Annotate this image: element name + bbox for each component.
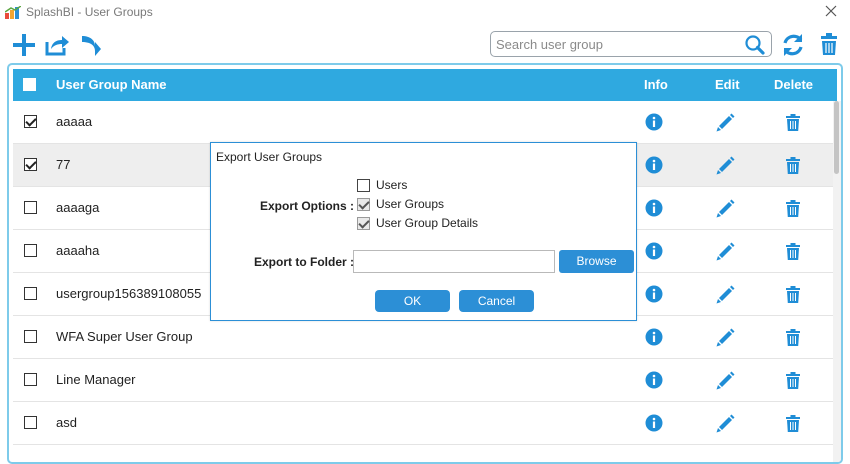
option-user-groups-label: User Groups — [376, 197, 445, 211]
info-icon[interactable] — [645, 328, 663, 346]
trash-icon[interactable] — [786, 372, 800, 389]
header-info: Info — [644, 77, 668, 92]
info-icon[interactable] — [645, 156, 663, 174]
info-icon[interactable] — [645, 113, 663, 131]
edit-pencil-icon[interactable] — [716, 242, 735, 261]
export-icon[interactable] — [44, 33, 70, 57]
vertical-scrollbar[interactable] — [833, 101, 841, 462]
close-icon[interactable] — [822, 2, 840, 20]
trash-icon[interactable] — [786, 286, 800, 303]
user-group-name: usergroup156389108055 — [56, 286, 202, 301]
grid-header: User Group Name Info Edit Delete — [13, 69, 837, 101]
option-users-checkbox[interactable] — [357, 179, 370, 192]
option-user-group-details-label: User Group Details — [376, 216, 479, 230]
edit-pencil-icon[interactable] — [716, 371, 735, 390]
select-all-checkbox[interactable] — [23, 78, 36, 91]
row-checkbox[interactable] — [24, 201, 37, 214]
user-group-name: 77 — [56, 157, 71, 172]
edit-pencil-icon[interactable] — [716, 156, 735, 175]
search-input[interactable] — [496, 35, 741, 53]
splashbi-logo-icon — [5, 6, 21, 19]
info-icon[interactable] — [645, 371, 663, 389]
export-folder-input[interactable] — [353, 250, 555, 273]
arrow-forward-icon[interactable] — [78, 33, 104, 57]
option-users-label: Users — [376, 178, 408, 192]
row-checkbox[interactable] — [24, 158, 37, 171]
user-group-name: WFA Super User Group — [56, 329, 193, 344]
browse-button[interactable]: Browse — [559, 250, 634, 273]
user-group-name: Line Manager — [56, 372, 136, 387]
trash-icon[interactable] — [786, 200, 800, 217]
info-icon[interactable] — [645, 414, 663, 432]
trash-icon[interactable] — [786, 157, 800, 174]
row-checkbox[interactable] — [24, 416, 37, 429]
export-user-groups-dialog: Export User Groups Export Options : User… — [210, 142, 637, 321]
trash-icon[interactable] — [786, 243, 800, 260]
scrollbar-thumb[interactable] — [834, 101, 839, 174]
export-options-label: Export Options : — [260, 199, 354, 213]
table-row[interactable]: aaaaa — [13, 101, 833, 144]
row-checkbox[interactable] — [24, 115, 37, 128]
info-icon[interactable] — [645, 199, 663, 217]
search-icon[interactable] — [744, 34, 766, 56]
option-user-group-details-checkbox[interactable] — [357, 217, 370, 230]
add-user-group-icon[interactable] — [11, 33, 37, 57]
info-icon[interactable] — [645, 285, 663, 303]
edit-pencil-icon[interactable] — [716, 113, 735, 132]
ok-button[interactable]: OK — [375, 290, 450, 312]
dialog-title: Export User Groups — [216, 150, 323, 164]
cancel-button[interactable]: Cancel — [459, 290, 534, 312]
edit-pencil-icon[interactable] — [716, 328, 735, 347]
user-group-name: aaaaha — [56, 243, 100, 258]
trash-icon[interactable] — [786, 114, 800, 131]
user-group-name: asd — [56, 415, 77, 430]
row-checkbox[interactable] — [24, 244, 37, 257]
edit-pencil-icon[interactable] — [716, 285, 735, 304]
refresh-icon[interactable] — [781, 32, 805, 58]
table-row[interactable]: WFA Super User Group — [13, 316, 833, 359]
header-edit: Edit — [715, 77, 740, 92]
edit-pencil-icon[interactable] — [716, 199, 735, 218]
row-checkbox[interactable] — [24, 287, 37, 300]
export-to-folder-label: Export to Folder : — [254, 255, 354, 269]
info-icon[interactable] — [645, 242, 663, 260]
trash-icon[interactable] — [786, 415, 800, 432]
trash-icon[interactable] — [786, 329, 800, 346]
delete-all-trash-icon[interactable] — [820, 32, 838, 56]
row-checkbox[interactable] — [24, 373, 37, 386]
table-row[interactable]: Line Manager — [13, 359, 833, 402]
header-user-group-name[interactable]: User Group Name — [56, 77, 167, 92]
table-row[interactable]: asd — [13, 402, 833, 445]
header-delete: Delete — [774, 77, 814, 92]
user-group-name: aaaaga — [56, 200, 100, 215]
window-title: SplashBI - User Groups — [26, 5, 153, 19]
user-group-name: aaaaa — [56, 114, 93, 129]
option-user-groups-checkbox[interactable] — [357, 198, 370, 211]
search-box — [490, 31, 772, 57]
title-bar: SplashBI - User Groups — [0, 0, 850, 26]
edit-pencil-icon[interactable] — [716, 414, 735, 433]
row-checkbox[interactable] — [24, 330, 37, 343]
